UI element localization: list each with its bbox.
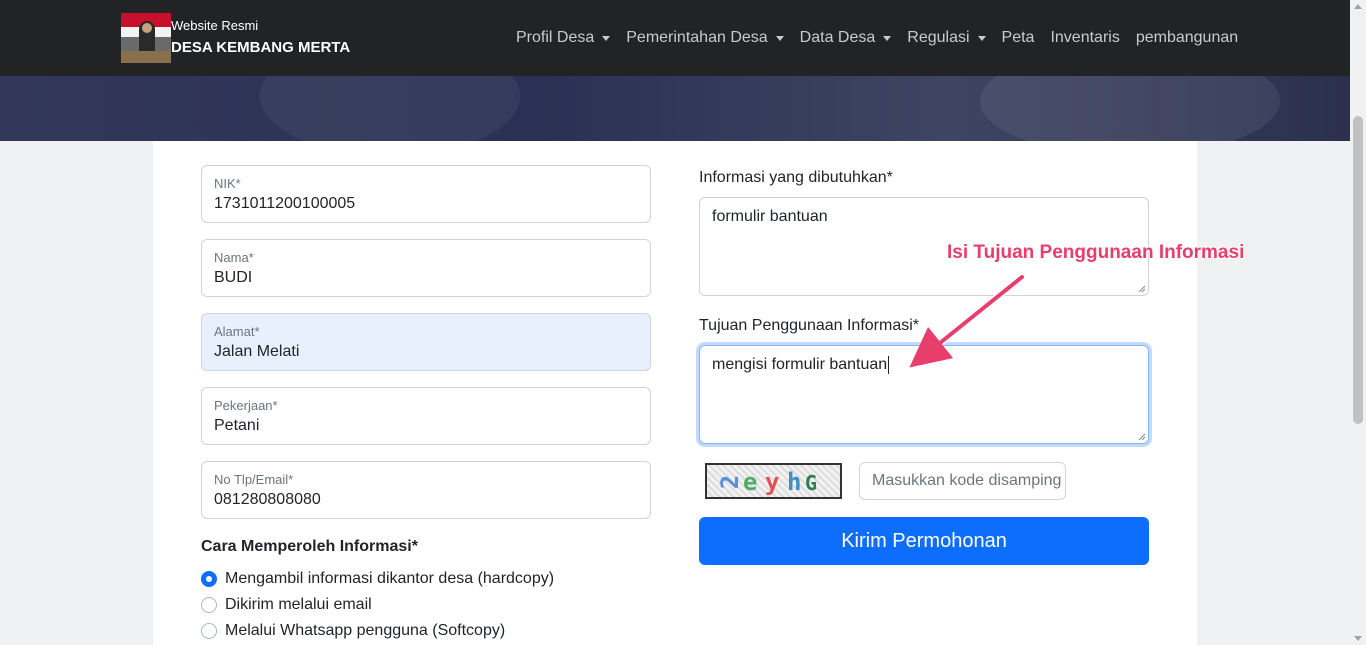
kontak-value: 081280808080 <box>214 491 321 508</box>
nav-item-label: Regulasi <box>907 29 970 46</box>
text-cursor <box>888 356 890 374</box>
nik-field[interactable]: NIK* 1731011200100005 <box>201 165 651 223</box>
nav-item-label: pembangunan <box>1135 29 1239 46</box>
informasi-label: Informasi yang dibutuhkan* <box>699 169 893 186</box>
radio-option-email[interactable]: Dikirim melalui email <box>201 596 372 614</box>
nav-item-label: Inventaris <box>1050 29 1120 46</box>
informasi-value: formulir bantuan <box>712 208 828 225</box>
submit-button[interactable]: Kirim Permohonan <box>699 517 1149 565</box>
chevron-down-icon <box>977 35 986 41</box>
captcha-image: 2 e y h G <box>705 463 842 499</box>
main-nav: Profil Desa Pemerintahan Desa Data Desa … <box>516 29 1254 47</box>
nav-item-label: Data Desa <box>799 29 876 46</box>
scroll-thumb[interactable] <box>1353 116 1363 424</box>
hero-banner <box>0 76 1350 141</box>
navbar: Website Resmi DESA KEMBANG MERTA Profil … <box>0 0 1350 76</box>
alamat-field[interactable]: Alamat* Jalan Melati <box>201 313 651 371</box>
nik-label: NIK* <box>214 176 241 191</box>
radio-label: Mengambil informasi dikantor desa (hardc… <box>225 570 555 587</box>
nav-item-pemerintahan-desa[interactable]: Pemerintahan Desa <box>626 29 784 47</box>
nik-value: 1731011200100005 <box>214 195 356 212</box>
captcha-char: h <box>787 468 802 496</box>
captcha-char: 2 <box>716 474 745 490</box>
village-logo-icon <box>121 13 171 63</box>
nav-item-pembangunan[interactable]: pembangunan <box>1136 29 1238 47</box>
radio-button[interactable] <box>201 597 217 613</box>
scroll-up-icon[interactable] <box>1354 4 1362 9</box>
chevron-down-icon <box>883 35 892 41</box>
pekerjaan-value: Petani <box>214 417 260 434</box>
captcha-char: y <box>765 468 780 496</box>
kontak-field[interactable]: No Tlp/Email* 081280808080 <box>201 461 651 519</box>
cara-title: Cara Memperoleh Informasi* <box>201 538 418 555</box>
captcha-input[interactable]: Masukkan kode disamping <box>859 462 1066 500</box>
nav-item-data-desa[interactable]: Data Desa <box>800 29 892 47</box>
nav-item-peta[interactable]: Peta <box>1002 29 1035 47</box>
radio-label: Melalui Whatsapp pengguna (Softcopy) <box>225 622 506 639</box>
annotation-text: Isi Tujuan Penggunaan Informasi <box>947 242 1245 263</box>
scroll-down-icon[interactable] <box>1354 636 1362 641</box>
brand-subtitle: Website Resmi <box>171 18 259 33</box>
resize-grip-icon[interactable] <box>1137 432 1146 441</box>
nama-field[interactable]: Nama* BUDI <box>201 239 651 297</box>
pekerjaan-field[interactable]: Pekerjaan* Petani <box>201 387 651 445</box>
nav-item-inventaris[interactable]: Inventaris <box>1050 29 1119 47</box>
alamat-value: Jalan Melati <box>214 343 300 360</box>
nama-label: Nama* <box>214 250 254 265</box>
alamat-label: Alamat* <box>214 324 260 339</box>
radio-label: Dikirim melalui email <box>225 596 372 613</box>
radio-button[interactable] <box>201 623 217 639</box>
brand-title: DESA KEMBANG MERTA <box>171 39 351 56</box>
nav-item-profil-desa[interactable]: Profil Desa <box>516 29 611 47</box>
tujuan-label: Tujuan Penggunaan Informasi* <box>699 317 919 334</box>
radio-option-whatsapp[interactable]: Melalui Whatsapp pengguna (Softcopy) <box>201 622 505 640</box>
tujuan-value: mengisi formulir bantuan <box>712 356 888 374</box>
tujuan-textarea[interactable]: mengisi formulir bantuan <box>699 345 1149 444</box>
chevron-down-icon <box>602 35 611 41</box>
kontak-label: No Tlp/Email* <box>214 472 294 487</box>
nav-item-regulasi[interactable]: Regulasi <box>907 29 986 47</box>
chevron-down-icon <box>775 35 784 41</box>
nav-item-label: Peta <box>1001 29 1035 46</box>
pekerjaan-label: Pekerjaan* <box>214 398 278 413</box>
captcha-char: G <box>805 471 818 495</box>
captcha-char: e <box>743 468 758 496</box>
page-scrollbar[interactable] <box>1350 0 1366 645</box>
resize-grip-icon[interactable] <box>1137 284 1146 293</box>
nav-item-label: Pemerintahan Desa <box>626 29 768 46</box>
nama-value: BUDI <box>214 269 253 286</box>
radio-button[interactable] <box>201 571 217 587</box>
nav-item-label: Profil Desa <box>516 29 595 46</box>
radio-option-hardcopy[interactable]: Mengambil informasi dikantor desa (hardc… <box>201 570 554 588</box>
